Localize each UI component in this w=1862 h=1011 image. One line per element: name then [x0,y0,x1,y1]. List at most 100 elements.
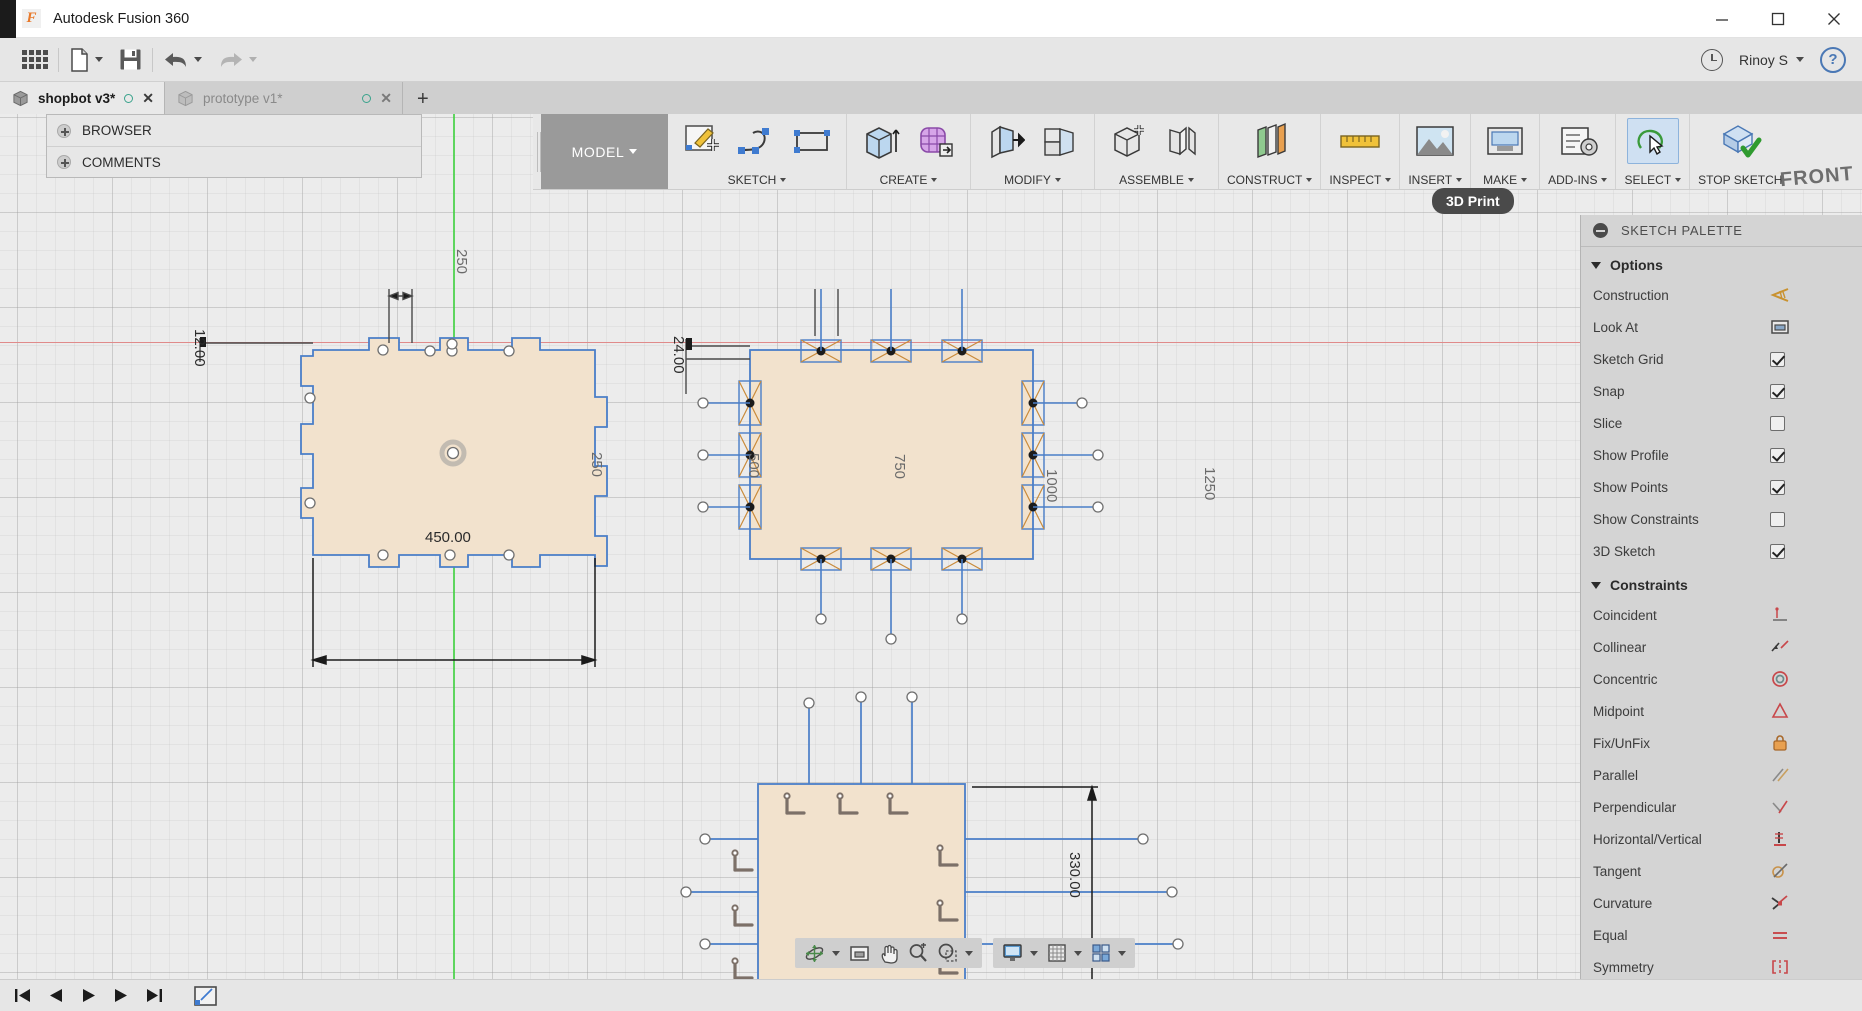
toolbar-group-label-make[interactable]: MAKE [1483,173,1528,187]
expand-icon-2[interactable] [57,155,71,169]
palette-row-equal[interactable]: Equal [1581,919,1862,951]
toolbar-group-label-inspect[interactable]: INSPECT [1329,173,1392,187]
grid-snaps-button[interactable] [1044,940,1085,966]
snap-checkbox[interactable] [1770,383,1785,399]
look-at-button[interactable] [846,940,873,966]
timeline-end-button[interactable] [146,987,163,1004]
toolbar-group-label-create[interactable]: CREATE [880,173,938,187]
palette-row-coincident[interactable]: Coincident [1581,599,1862,631]
palette-row-look-at[interactable]: Look At [1581,311,1862,343]
user-menu[interactable]: Rinoy S [1731,38,1812,82]
sketch-grid-checkbox[interactable] [1770,351,1785,367]
toolbar-group-label-assemble[interactable]: ASSEMBLE [1119,173,1194,187]
extrude-button[interactable] [855,118,907,164]
horizontal-vertical-icon[interactable] [1770,830,1862,848]
parallel-icon[interactable] [1770,766,1862,784]
palette-row-snap[interactable]: Snap [1581,375,1862,407]
insert-mcmaster-button[interactable] [1409,118,1461,164]
palette-section-options[interactable]: Options [1581,247,1862,279]
zoom-button[interactable] [905,940,931,966]
orbit-button[interactable] [801,940,843,966]
construction-icon[interactable] [1770,287,1862,303]
toolbar-group-label-addins[interactable]: ADD-INS [1548,173,1608,187]
palette-row-show-points[interactable]: Show Points [1581,471,1862,503]
measure-button[interactable] [1334,118,1386,164]
left-offset-dimension[interactable]: 12.00 [191,329,208,367]
doc-tab-shopbot[interactable]: shopbot v3* ✕ [0,82,165,114]
palette-row-3d-sketch[interactable]: 3D Sketch [1581,535,1862,567]
expand-icon[interactable] [57,123,71,138]
sketch-palette-header[interactable]: SKETCH PALETTE [1581,215,1862,247]
left-width-dimension[interactable]: 450.00 [425,529,471,546]
timeline-next-button[interactable] [113,987,130,1004]
palette-row-perpendicular[interactable]: Perpendicular [1581,791,1862,823]
spline-button[interactable] [731,118,783,164]
doc-tab-prototype[interactable]: prototype v1* ✕ [165,82,403,114]
help-button[interactable]: ? [1812,38,1854,82]
save-button[interactable] [111,38,150,82]
look-at-icon[interactable] [1770,318,1862,336]
palette-row-collinear[interactable]: Collinear [1581,631,1862,663]
select-button[interactable] [1626,118,1679,164]
toolbar-group-label-select[interactable]: SELECT [1624,173,1682,187]
browser-row[interactable]: BROWSER [47,115,421,146]
symmetry-icon[interactable] [1770,958,1862,976]
display-settings-button[interactable] [999,940,1041,966]
3d-sketch-checkbox[interactable] [1770,543,1785,559]
show-profile-checkbox[interactable] [1770,447,1785,463]
palette-row-horizontal-vertical[interactable]: Horizontal/Vertical [1581,823,1862,855]
viewports-button[interactable] [1088,940,1129,966]
fillet-button[interactable] [1034,118,1086,164]
equal-icon[interactable] [1770,926,1862,944]
pan-button[interactable] [876,940,902,966]
palette-row-parallel[interactable]: Parallel [1581,759,1862,791]
workspace-selector[interactable]: MODEL [541,114,668,189]
new-document-tab-button[interactable]: + [403,84,443,114]
collinear-icon[interactable] [1770,638,1862,656]
app-grid-button[interactable] [0,38,56,82]
new-component-button[interactable] [1103,118,1155,164]
toolbar-group-label-stop-sketch[interactable]: STOP SKETCH [1698,173,1782,187]
rectangle-button[interactable] [786,118,838,164]
concentric-icon[interactable] [1770,670,1862,688]
palette-row-fix-unfix[interactable]: Fix/UnFix [1581,727,1862,759]
palette-row-curvature[interactable]: Curvature [1581,887,1862,919]
toolbar-grip[interactable] [533,114,541,189]
joint-button[interactable] [1158,118,1210,164]
show-constraints-checkbox[interactable] [1770,511,1785,527]
palette-row-sketch-grid[interactable]: Sketch Grid [1581,343,1862,375]
palette-row-slice[interactable]: Slice [1581,407,1862,439]
timeline-play-button[interactable] [80,987,97,1004]
palette-row-show-profile[interactable]: Show Profile [1581,439,1862,471]
midpoint-icon[interactable] [1770,702,1862,720]
palette-row-construction[interactable]: Construction [1581,279,1862,311]
history-button[interactable] [1693,38,1731,82]
coincident-icon[interactable] [1770,606,1862,624]
fit-button[interactable] [934,940,976,966]
palette-row-concentric[interactable]: Concentric [1581,663,1862,695]
bottom-height-dimension[interactable]: 330.00 [1066,852,1083,898]
curvature-icon[interactable] [1770,894,1862,912]
doc-tab-close-icon[interactable]: ✕ [142,90,154,107]
middle-offset-dimension[interactable]: 24.00 [670,336,687,374]
perpendicular-icon[interactable] [1770,798,1862,816]
minimize-button[interactable] [1694,0,1750,38]
palette-section-constraints[interactable]: Constraints [1581,567,1862,599]
scripts-addins-button[interactable] [1552,118,1604,164]
palette-row-tangent[interactable]: Tangent [1581,855,1862,887]
redo-button[interactable] [210,38,265,82]
stop-sketch-button[interactable] [1714,118,1766,164]
toolbar-group-label-modify[interactable]: MODIFY [1004,173,1061,187]
palette-row-midpoint[interactable]: Midpoint [1581,695,1862,727]
show-points-checkbox[interactable] [1770,479,1785,495]
toolbar-group-label-construct[interactable]: CONSTRUCT [1227,173,1313,187]
collapse-icon[interactable] [1593,223,1608,238]
timeline-prev-button[interactable] [47,987,64,1004]
comments-row[interactable]: COMMENTS [47,146,421,177]
timeline-sketch-feature[interactable] [193,983,219,1009]
palette-row-show-constraints[interactable]: Show Constraints [1581,503,1862,535]
create-form-button[interactable] [910,118,962,164]
doc-tab-close-icon-2[interactable]: ✕ [380,90,392,107]
timeline-begin-button[interactable] [14,987,31,1004]
close-button[interactable] [1806,0,1862,38]
